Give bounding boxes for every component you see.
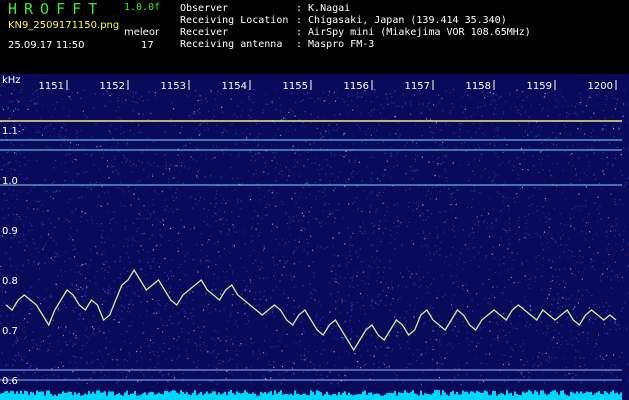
y-tick-label: 0.7 bbox=[2, 326, 18, 337]
info-label-antenna: Receiving antenna bbox=[180, 39, 283, 50]
x-tick-label: 1156 bbox=[344, 81, 369, 92]
info-value-receiver: : AirSpy mini (Miakejima VOR 108.65MHz) bbox=[296, 27, 531, 38]
x-tick-label: 1200 bbox=[588, 81, 613, 92]
app-title: HROFFT bbox=[8, 0, 105, 18]
header-panel: HROFFT 1.0.0f KN9_2509171150.png meleor … bbox=[0, 0, 629, 74]
y-tick-label: 0.9 bbox=[2, 226, 18, 237]
info-label-observer: Observer bbox=[180, 3, 229, 14]
y-tick-label: 1.1 bbox=[2, 126, 18, 137]
x-tick-label: 1159 bbox=[527, 81, 552, 92]
x-tick-label: 1151 bbox=[39, 81, 64, 92]
app-version: 1.0.0f bbox=[124, 2, 161, 13]
info-label-receiver: Receiver bbox=[180, 27, 229, 38]
x-tick-label: 1157 bbox=[405, 81, 430, 92]
y-axis-label: kHz bbox=[2, 75, 21, 86]
y-tick-label: 0.6 bbox=[2, 376, 18, 387]
y-tick-label: 1.0 bbox=[2, 176, 18, 187]
info-label-location: Receiving Location bbox=[180, 15, 289, 26]
info-value-antenna: : Maspro FM-3 bbox=[296, 39, 375, 50]
y-tick-label: 0.8 bbox=[2, 276, 18, 287]
meleor-count: 17 bbox=[141, 40, 154, 51]
spectrogram-background bbox=[0, 74, 629, 400]
file-name: KN9_2509171150.png bbox=[8, 20, 120, 31]
x-tick-label: 1158 bbox=[466, 81, 491, 92]
info-value-location: : Chigasaki, Japan (139.414 35.340) bbox=[296, 15, 507, 26]
x-tick-label: 1155 bbox=[283, 81, 308, 92]
spectrogram-chart: 1151 1152 1153 1154 1155 1156 1157 1158 1159 1200… bbox=[0, 74, 629, 400]
info-value-observer: : K.Nagai bbox=[296, 3, 351, 14]
x-tick-label: 1154 bbox=[222, 81, 247, 92]
x-tick-label: 1153 bbox=[161, 81, 186, 92]
timestamp: 25.09.17 11:50 bbox=[8, 40, 85, 51]
x-tick-label: 1152 bbox=[100, 81, 125, 92]
meleor-label: meleor bbox=[124, 27, 160, 38]
